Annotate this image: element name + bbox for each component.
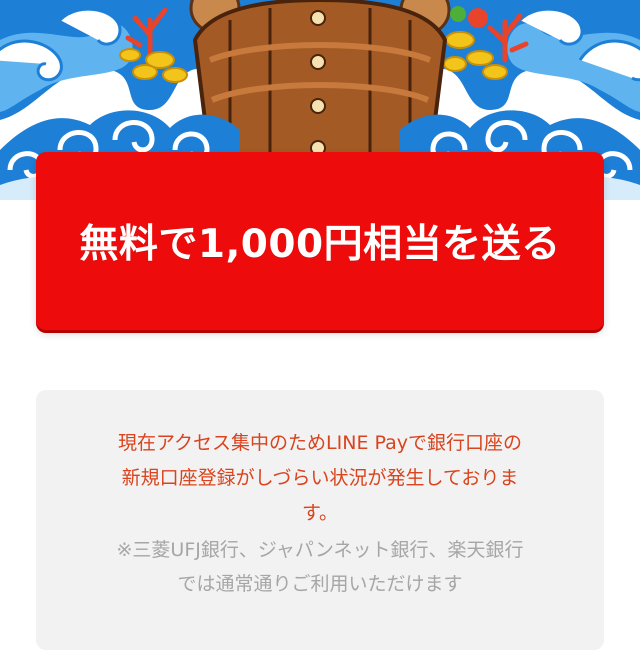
notice-sub-line: ※三菱UFJ銀行、ジャパンネット銀行、楽天銀行	[116, 539, 524, 561]
send-1000-yen-button[interactable]: 無料で1,000円相当を送る	[36, 152, 604, 330]
notice-sub-text: ※三菱UFJ銀行、ジャパンネット銀行、楽天銀行 では通常通りご利用いただけます	[36, 533, 604, 601]
notice-main-line: 現在アクセス集中のためLINE Payで銀行口座の	[118, 432, 522, 454]
notice-box: 現在アクセス集中のためLINE Payで銀行口座の 新規口座登録がしづらい状況が…	[36, 390, 604, 650]
send-button-label: 無料で1,000円相当を送る	[79, 222, 561, 267]
notice-main-text: 現在アクセス集中のためLINE Payで銀行口座の 新規口座登録がしづらい状況が…	[36, 426, 604, 531]
notice-main-line: す。	[301, 502, 339, 524]
notice-main-line: 新規口座登録がしづらい状況が発生しておりま	[121, 467, 519, 489]
notice-sub-line: では通常通りご利用いただけます	[177, 573, 463, 595]
